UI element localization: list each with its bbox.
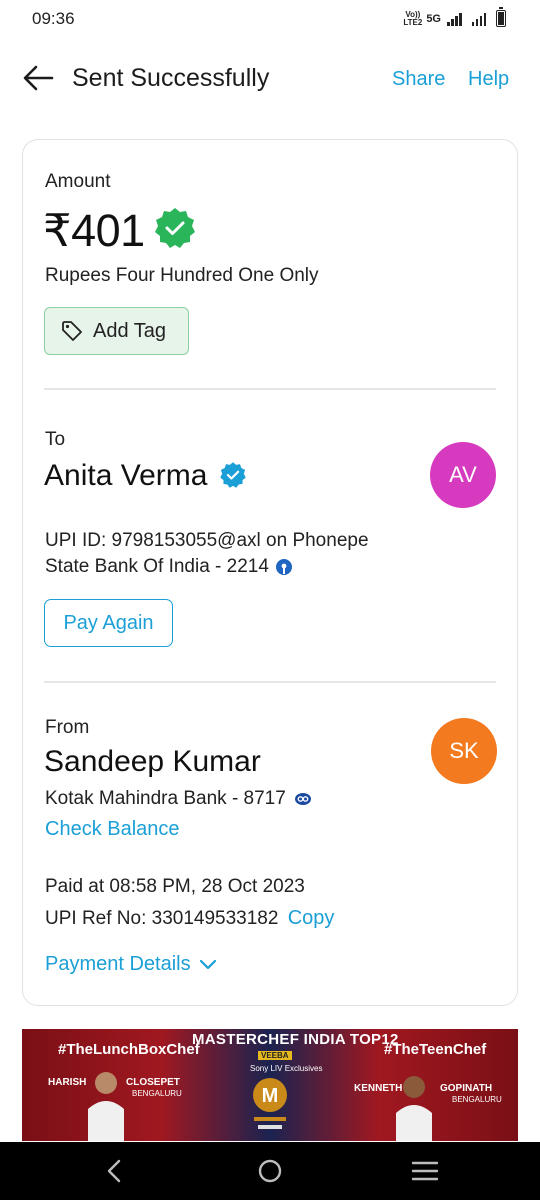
banner-left-city: BENGALURU [132, 1089, 182, 1098]
payee-upi-id: UPI ID: 9798153055@axl on Phonepe [45, 530, 369, 551]
payee-avatar: AV [430, 442, 496, 508]
payee-bank: State Bank Of India - 2214 [45, 556, 293, 578]
upi-ref-row: UPI Ref No: 330149533182 Copy [45, 907, 334, 930]
payer-bank: Kotak Mahindra Bank - 8717 [45, 788, 312, 810]
banner-sponsor: VEEBA [258, 1051, 292, 1060]
payer-avatar: SK [431, 718, 497, 784]
nav-menu-icon[interactable] [410, 1158, 440, 1184]
payer-bank-label: Kotak Mahindra Bank - 8717 [45, 788, 286, 809]
status-icons: Vo)) LTE2 5G [403, 7, 506, 27]
nav-back-icon[interactable] [100, 1158, 130, 1184]
add-tag-button[interactable]: Add Tag [44, 307, 189, 355]
banner-right-hashtag: #TheTeenChef [384, 1041, 487, 1058]
banner-right-city: BENGALURU [452, 1095, 502, 1104]
verified-badge-icon [155, 208, 195, 248]
help-button[interactable]: Help [468, 68, 509, 91]
divider [44, 681, 496, 683]
volte-indicator: Vo)) LTE2 [403, 9, 423, 27]
banner-title: MASTERCHEF INDIA TOP12 [192, 1031, 399, 1048]
to-label: To [45, 429, 66, 450]
sbi-logo-icon [275, 559, 292, 575]
nav-home-icon[interactable] [255, 1158, 285, 1184]
paid-at-timestamp: Paid at 08:58 PM, 28 Oct 2023 [45, 876, 305, 897]
chevron-down-icon [199, 959, 216, 969]
promo-banner[interactable]: #TheLunchBoxChef MASTERCHEF INDIA TOP12 … [22, 1029, 518, 1141]
app-header: Sent Successfully Share Help [0, 50, 540, 106]
signal-icon [471, 12, 486, 26]
banner-left-hashtag: #TheLunchBoxChef [58, 1041, 200, 1058]
banner-right-last-name: GOPINATH [440, 1083, 493, 1094]
payment-details-toggle[interactable]: Payment Details [45, 953, 217, 976]
from-label: From [45, 717, 90, 738]
pay-again-button[interactable]: Pay Again [44, 599, 173, 647]
copy-ref-button[interactable]: Copy [288, 907, 335, 929]
upi-ref-number: UPI Ref No: 330149533182 [45, 908, 279, 929]
verified-badge-icon [220, 462, 246, 488]
svg-text:M: M [262, 1085, 279, 1107]
payee-name: Anita Verma [44, 459, 208, 492]
kotak-logo-icon [294, 793, 311, 805]
add-tag-label: Add Tag [93, 319, 167, 342]
banner-left-last-name: CLOSEPET [126, 1077, 180, 1088]
battery-icon [496, 7, 506, 27]
share-button[interactable]: Share [392, 68, 445, 91]
chef-photo-icon [396, 1076, 432, 1141]
signal-icon [447, 12, 462, 26]
divider [44, 388, 496, 390]
masterchef-logo-icon: M [253, 1078, 287, 1129]
arrow-left-icon[interactable] [22, 64, 54, 92]
network-type: 5G [426, 12, 441, 25]
transaction-card: Amount ₹401 Rupees Four Hundred One Only… [22, 139, 518, 1006]
chef-photo-icon [88, 1072, 124, 1141]
payee-bank-label: State Bank Of India - 2214 [45, 556, 269, 577]
amount-label: Amount [45, 171, 111, 192]
status-time: 09:36 [32, 9, 75, 28]
payment-details-label: Payment Details [45, 953, 191, 975]
banner-platform: Sony LIV Exclusives [250, 1064, 323, 1073]
amount-in-words: Rupees Four Hundred One Only [45, 265, 319, 286]
tag-icon [62, 321, 82, 341]
status-bar: 09:36 Vo)) LTE2 5G [0, 0, 540, 40]
system-nav-bar [0, 1142, 540, 1200]
amount-value: ₹401 [43, 205, 145, 256]
banner-left-first-name: HARISH [48, 1077, 87, 1088]
page-title: Sent Successfully [72, 64, 270, 92]
payer-name: Sandeep Kumar [44, 745, 261, 778]
check-balance-link[interactable]: Check Balance [45, 818, 180, 841]
